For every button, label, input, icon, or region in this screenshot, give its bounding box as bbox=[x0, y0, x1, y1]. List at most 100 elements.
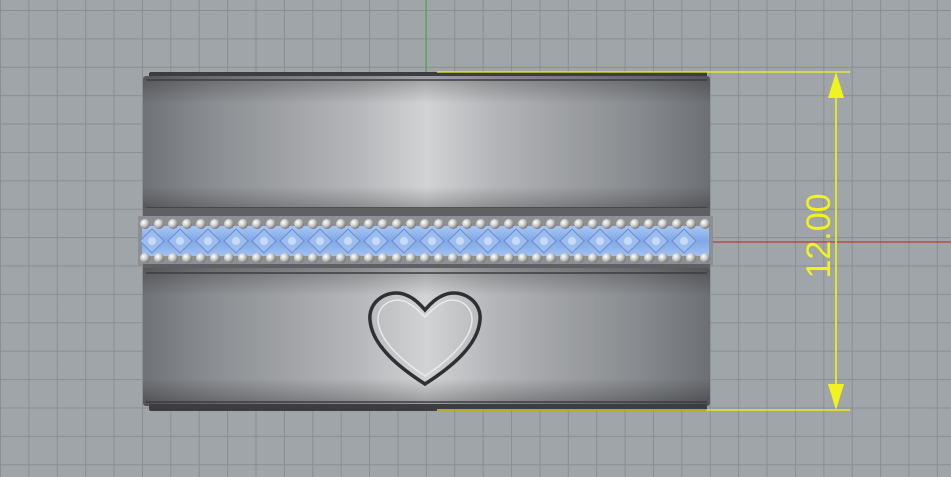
gem-facet bbox=[260, 237, 268, 245]
prong-bead bbox=[210, 253, 220, 263]
prong-bead bbox=[686, 219, 696, 229]
gem-facet bbox=[652, 237, 660, 245]
upper-band bbox=[143, 72, 710, 216]
prong-bead bbox=[616, 219, 626, 229]
gem-facet bbox=[596, 237, 604, 245]
viewport-3d[interactable]: 12.00 bbox=[0, 0, 951, 477]
prong-bead bbox=[322, 219, 332, 229]
prong-bead bbox=[462, 219, 472, 229]
prong-bead bbox=[672, 219, 682, 229]
prong-bead bbox=[658, 253, 668, 263]
prong-bead bbox=[406, 253, 416, 263]
gem-facet bbox=[484, 237, 492, 245]
prong-bead bbox=[308, 219, 318, 229]
gem-facet bbox=[456, 237, 464, 245]
viewport-canvas[interactable]: 12.00 bbox=[0, 0, 951, 477]
prong-bead bbox=[504, 219, 514, 229]
prong-bead bbox=[266, 253, 276, 263]
prong-bead bbox=[420, 253, 430, 263]
gem-channel bbox=[138, 216, 713, 266]
prong-bead bbox=[602, 219, 612, 229]
prong-bead bbox=[266, 219, 276, 229]
prong-bead bbox=[546, 253, 556, 263]
prong-bead bbox=[434, 219, 444, 229]
prong-bead bbox=[392, 253, 402, 263]
prong-bead bbox=[294, 219, 304, 229]
gem-facet bbox=[400, 237, 408, 245]
prong-bead bbox=[322, 253, 332, 263]
gem-facet bbox=[540, 237, 548, 245]
gem-facet bbox=[232, 237, 240, 245]
prong-bead bbox=[434, 253, 444, 263]
prong-bead bbox=[462, 253, 472, 263]
prong-bead bbox=[224, 253, 234, 263]
prong-bead bbox=[140, 219, 150, 229]
prong-bead bbox=[672, 253, 682, 263]
prong-bead bbox=[532, 253, 542, 263]
prong-bead bbox=[280, 219, 290, 229]
prong-bead bbox=[518, 219, 528, 229]
prong-bead bbox=[168, 253, 178, 263]
gem-facet bbox=[512, 237, 520, 245]
prong-bead bbox=[630, 253, 640, 263]
gem-facet bbox=[176, 237, 184, 245]
prong-bead bbox=[588, 253, 598, 263]
gem-facet bbox=[288, 237, 296, 245]
dimension-value: 12.00 bbox=[800, 193, 838, 278]
prong-bead bbox=[560, 219, 570, 229]
prong-bead bbox=[364, 253, 374, 263]
prong-bead bbox=[378, 219, 388, 229]
ring-model[interactable] bbox=[138, 72, 713, 411]
prong-bead bbox=[364, 219, 374, 229]
gem-facet bbox=[148, 237, 156, 245]
prong-bead bbox=[210, 219, 220, 229]
prong-bead bbox=[196, 253, 206, 263]
prong-bead bbox=[686, 253, 696, 263]
prong-bead bbox=[532, 219, 542, 229]
lower-band bbox=[143, 264, 710, 411]
prong-bead bbox=[658, 219, 668, 229]
prong-bead bbox=[336, 253, 346, 263]
prong-bead bbox=[294, 253, 304, 263]
prong-bead bbox=[546, 219, 556, 229]
gem-facet bbox=[344, 237, 352, 245]
gem-facet bbox=[428, 237, 436, 245]
gem-facet bbox=[316, 237, 324, 245]
gem-facet bbox=[680, 237, 688, 245]
prong-bead bbox=[476, 253, 486, 263]
prong-bead bbox=[238, 219, 248, 229]
prong-bead bbox=[644, 219, 654, 229]
prong-bead bbox=[238, 253, 248, 263]
dimension-arrow-bottom bbox=[828, 384, 844, 410]
prong-bead bbox=[448, 253, 458, 263]
gem-facet bbox=[204, 237, 212, 245]
prong-bead bbox=[350, 219, 360, 229]
prong-bead bbox=[224, 219, 234, 229]
prong-bead bbox=[252, 219, 262, 229]
prong-bead bbox=[448, 219, 458, 229]
prong-bead bbox=[574, 219, 584, 229]
prong-bead bbox=[518, 253, 528, 263]
prong-bead bbox=[378, 253, 388, 263]
prong-bead bbox=[490, 219, 500, 229]
prong-bead bbox=[476, 219, 486, 229]
prong-bead bbox=[280, 253, 290, 263]
prong-bead bbox=[644, 253, 654, 263]
prong-bead bbox=[420, 219, 430, 229]
prong-bead bbox=[490, 253, 500, 263]
prong-bead bbox=[182, 253, 192, 263]
prong-bead bbox=[196, 219, 206, 229]
prong-bead bbox=[336, 219, 346, 229]
prong-bead bbox=[140, 253, 150, 263]
prong-bead bbox=[392, 219, 402, 229]
prong-bead bbox=[700, 253, 710, 263]
prong-bead bbox=[700, 219, 710, 229]
prong-bead bbox=[406, 219, 416, 229]
prong-bead bbox=[154, 219, 164, 229]
prong-bead bbox=[308, 253, 318, 263]
prong-bead bbox=[504, 253, 514, 263]
gem-facet bbox=[624, 237, 632, 245]
gem-facet bbox=[568, 237, 576, 245]
prong-bead bbox=[252, 253, 262, 263]
prong-bead bbox=[616, 253, 626, 263]
